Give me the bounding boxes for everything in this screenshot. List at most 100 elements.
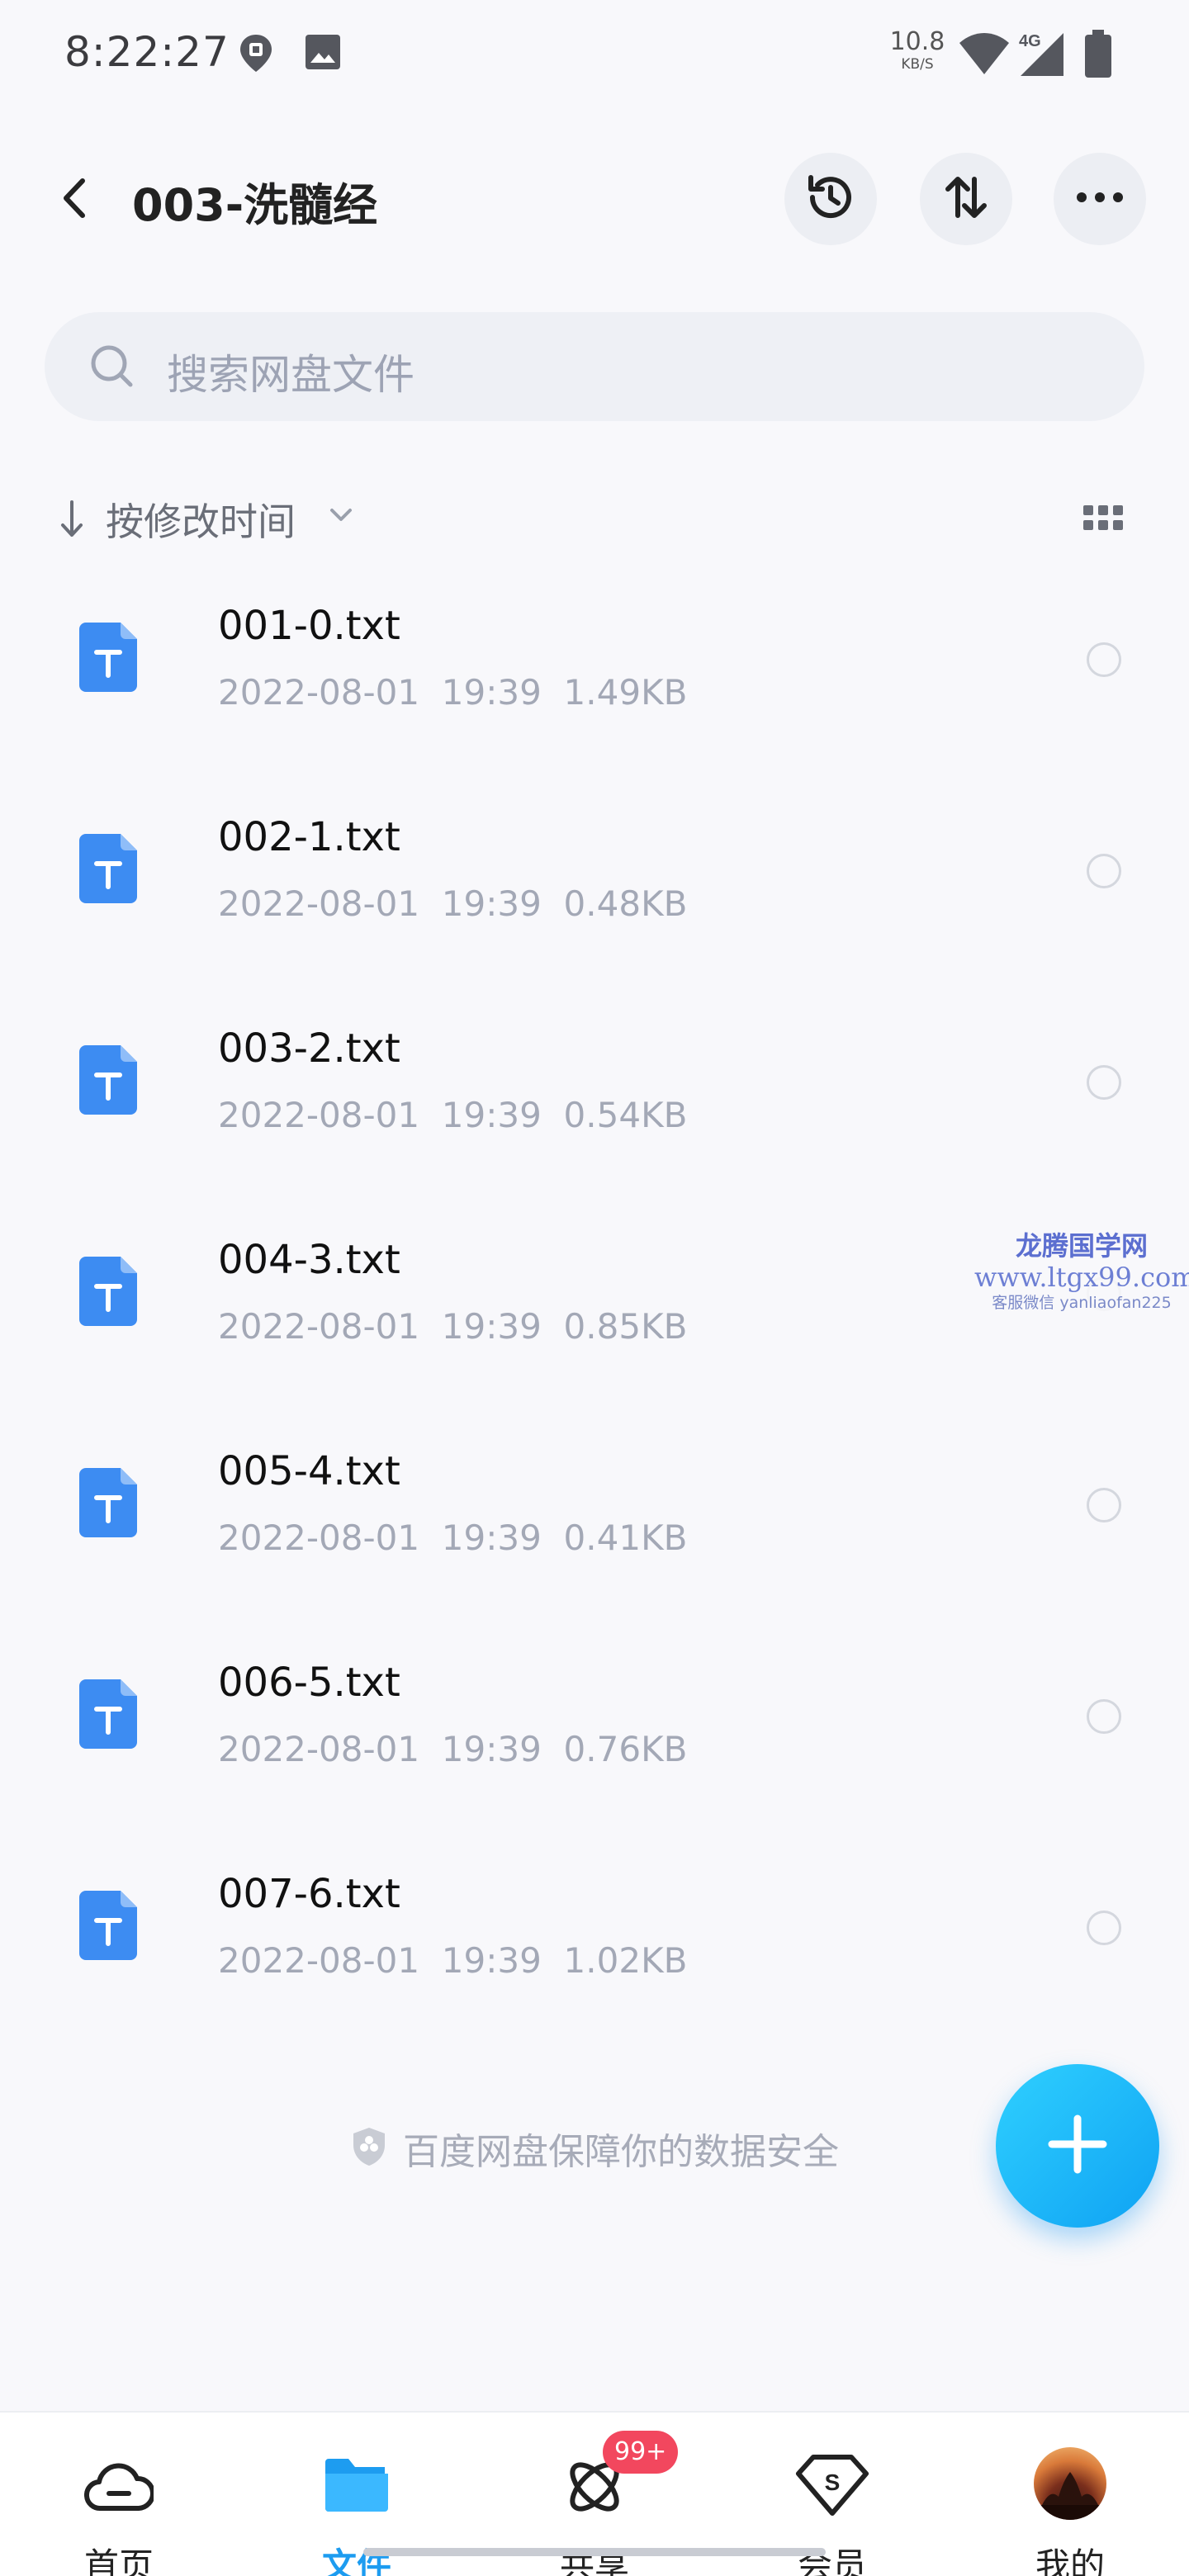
- txt-file-icon: [79, 1891, 137, 1960]
- file-list: 001-0.txt 2022-08-01 19:39 1.49KB 002-1.…: [0, 586, 1189, 2066]
- watermark-contact: 客服微信 yanliaofan225: [992, 1293, 1172, 1312]
- select-checkbox[interactable]: [1087, 642, 1121, 677]
- folder-icon: [324, 2454, 390, 2517]
- file-name: 002-1.txt: [218, 814, 400, 860]
- file-size: 0.76KB: [563, 1729, 688, 1769]
- chevron-down-icon[interactable]: [329, 507, 353, 527]
- grid-view-icon[interactable]: [1082, 504, 1125, 537]
- select-checkbox[interactable]: [1087, 1699, 1121, 1734]
- file-size: 0.48KB: [563, 883, 688, 924]
- network-type: 4G: [1019, 32, 1041, 50]
- security-text: 百度网盘保障你的数据安全: [403, 2131, 839, 2173]
- file-size: 1.02KB: [563, 1940, 688, 1981]
- file-time: 19:39: [441, 1940, 542, 1981]
- list-item[interactable]: 005-4.txt 2022-08-01 19:39 0.41KB: [0, 1432, 1189, 1643]
- list-item[interactable]: 003-2.txt 2022-08-01 19:39 0.54KB: [0, 1009, 1189, 1220]
- file-meta: 2022-08-01 19:39 0.85KB: [218, 1306, 687, 1347]
- file-meta: 2022-08-01 19:39 0.76KB: [218, 1729, 687, 1769]
- txt-file-icon: [79, 1679, 137, 1749]
- avatar: [1034, 2447, 1106, 2520]
- file-date: 2022-08-01: [218, 1940, 420, 1981]
- file-size: 0.85KB: [563, 1306, 688, 1347]
- sort-direction-icon[interactable]: [58, 499, 86, 543]
- nav-item-home[interactable]: 首页: [36, 2413, 201, 2576]
- nav-item-me[interactable]: 我的: [988, 2413, 1153, 2576]
- file-name: 007-6.txt: [218, 1871, 400, 1917]
- sort-button[interactable]: [920, 153, 1012, 245]
- file-meta: 2022-08-01 19:39 0.41KB: [218, 1518, 687, 1558]
- back-button[interactable]: [53, 169, 96, 227]
- file-name: 006-5.txt: [218, 1660, 400, 1706]
- sort-swap-icon: [941, 173, 991, 225]
- file-name: 005-4.txt: [218, 1448, 400, 1494]
- file-meta: 2022-08-01 19:39 0.54KB: [218, 1095, 687, 1135]
- select-checkbox[interactable]: [1087, 1065, 1121, 1100]
- file-time: 19:39: [441, 883, 542, 924]
- sort-row: 按修改时间: [0, 487, 1189, 553]
- share-badge: 99+: [603, 2431, 679, 2474]
- net-speed-value: 10.8: [889, 27, 945, 56]
- svg-text:S: S: [825, 2469, 841, 2495]
- page-title: 003-洗髓经: [132, 179, 378, 231]
- nav-label: 文件: [321, 2545, 391, 2576]
- file-date: 2022-08-01: [218, 883, 420, 924]
- file-time: 19:39: [441, 1095, 542, 1135]
- add-button[interactable]: [996, 2064, 1159, 2228]
- watermark-title: 龙腾国学网: [1015, 1230, 1148, 1262]
- history-button[interactable]: [784, 153, 877, 245]
- search-icon: [89, 343, 135, 393]
- battery-icon: [1083, 30, 1113, 83]
- file-date: 2022-08-01: [218, 672, 420, 713]
- file-size: 0.54KB: [563, 1095, 688, 1135]
- txt-file-icon: [79, 1468, 137, 1537]
- file-time: 19:39: [441, 1518, 542, 1558]
- file-size: 1.49KB: [563, 672, 688, 713]
- signal-icon: 4G: [1017, 30, 1067, 81]
- plus-icon: [1040, 2107, 1115, 2185]
- shield-icon: [350, 2126, 388, 2171]
- history-icon: [804, 171, 857, 227]
- file-size: 0.41KB: [563, 1518, 688, 1558]
- file-time: 19:39: [441, 672, 542, 713]
- file-name: 001-0.txt: [218, 603, 400, 649]
- watermark: 龙腾国学网 www.ltgx99.com 客服微信 yanliaofan225: [974, 1230, 1189, 1313]
- more-icon: [1075, 191, 1125, 207]
- sort-label[interactable]: 按修改时间: [106, 492, 296, 547]
- file-date: 2022-08-01: [218, 1518, 420, 1558]
- select-checkbox[interactable]: [1087, 1911, 1121, 1945]
- file-time: 19:39: [441, 1729, 542, 1769]
- net-speed-unit: KB/S: [901, 56, 934, 73]
- select-checkbox[interactable]: [1087, 1488, 1121, 1522]
- net-speed: 10.8 KB/S: [888, 30, 946, 72]
- txt-file-icon: [79, 834, 137, 903]
- list-item[interactable]: 006-5.txt 2022-08-01 19:39 0.76KB: [0, 1643, 1189, 1854]
- txt-file-icon: [79, 623, 137, 692]
- nav-label: 会员: [797, 2545, 867, 2576]
- nav-label: 首页: [83, 2545, 154, 2576]
- vip-diamond-icon: S: [795, 2454, 869, 2520]
- nav-label: 我的: [1035, 2545, 1105, 2576]
- list-item[interactable]: 007-6.txt 2022-08-01 19:39 1.02KB: [0, 1854, 1189, 2066]
- select-checkbox[interactable]: [1087, 854, 1121, 888]
- nav-label: 共享: [559, 2545, 629, 2576]
- file-date: 2022-08-01: [218, 1729, 420, 1769]
- file-time: 19:39: [441, 1306, 542, 1347]
- file-meta: 2022-08-01 19:39 1.02KB: [218, 1940, 687, 1981]
- file-date: 2022-08-01: [218, 1095, 420, 1135]
- file-meta: 2022-08-01 19:39 0.48KB: [218, 883, 687, 924]
- status-bar: 8:22:27 10.8 KB/S 4G: [0, 0, 1189, 107]
- file-date: 2022-08-01: [218, 1306, 420, 1347]
- location-icon: [238, 33, 274, 78]
- file-name: 003-2.txt: [218, 1025, 400, 1072]
- home-cloud-icon: [84, 2454, 156, 2520]
- more-button[interactable]: [1054, 153, 1146, 245]
- search-input[interactable]: 搜索网盘文件: [45, 312, 1144, 421]
- search-placeholder: 搜索网盘文件: [167, 351, 414, 399]
- home-indicator: [363, 2548, 826, 2556]
- wifi-icon: [958, 31, 1011, 79]
- list-item[interactable]: 002-1.txt 2022-08-01 19:39 0.48KB: [0, 798, 1189, 1009]
- txt-file-icon: [79, 1045, 137, 1115]
- list-item[interactable]: 001-0.txt 2022-08-01 19:39 1.49KB: [0, 586, 1189, 798]
- image-icon: [304, 33, 342, 74]
- txt-file-icon: [79, 1257, 137, 1326]
